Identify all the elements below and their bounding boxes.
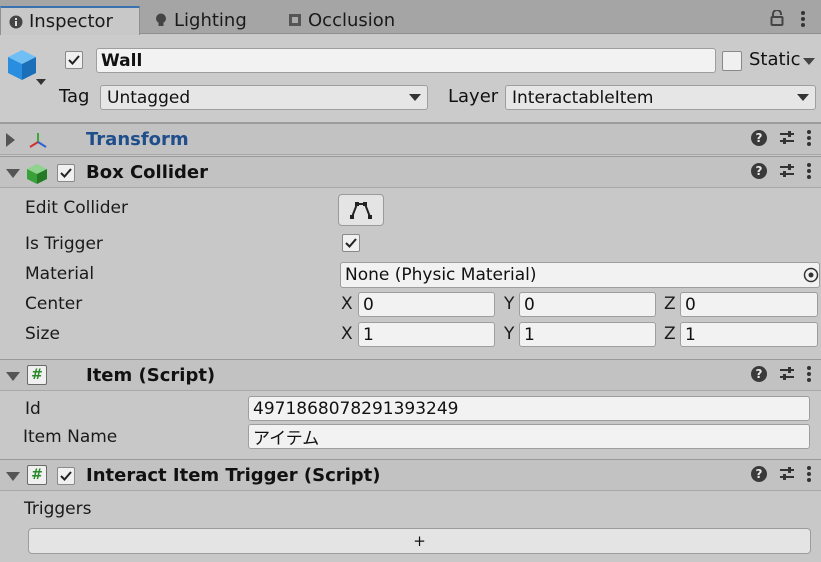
- center-y-label: Y: [504, 294, 515, 314]
- add-trigger-button[interactable]: +: [28, 528, 811, 554]
- object-header: Wall Static Tag Untagged Layer Interacta…: [0, 35, 821, 123]
- item-script-title: Item (Script): [86, 365, 216, 386]
- interact-script-title: Interact Item Trigger (Script): [86, 465, 381, 486]
- preset-icon[interactable]: [779, 131, 795, 145]
- item-name-value: アイテム: [253, 429, 320, 449]
- check-icon: [345, 238, 357, 248]
- size-z-label: Z: [664, 324, 676, 344]
- icon-dropdown-caret[interactable]: [36, 79, 46, 85]
- center-x-input[interactable]: 0: [358, 292, 495, 317]
- foldout-arrow-icon[interactable]: [6, 372, 20, 381]
- static-checkbox[interactable]: [722, 51, 742, 71]
- preset-icon[interactable]: [779, 467, 795, 481]
- context-menu-icon[interactable]: [807, 130, 811, 146]
- object-picker-icon[interactable]: [803, 267, 819, 283]
- script-icon: #: [27, 365, 47, 385]
- box-collider-component-header[interactable]: Box Collider ?: [0, 156, 821, 188]
- size-y-value: 1: [524, 324, 535, 345]
- foldout-arrow-icon[interactable]: [6, 133, 15, 147]
- interact-trigger-enabled-checkbox[interactable]: [57, 467, 75, 485]
- static-label: Static: [749, 49, 801, 70]
- center-label: Center: [25, 294, 83, 314]
- item-script-component-header[interactable]: # Item (Script) ?: [0, 359, 821, 391]
- tab-label: Inspector: [29, 11, 113, 32]
- size-x-input[interactable]: 1: [358, 322, 495, 347]
- tab-menu-icon[interactable]: [801, 11, 805, 27]
- tab-label: Occlusion: [308, 9, 396, 31]
- check-icon: [60, 471, 72, 481]
- check-icon: [60, 168, 72, 178]
- center-x-label: X: [341, 294, 353, 314]
- size-label: Size: [25, 324, 60, 344]
- transform-icon: [29, 133, 47, 148]
- center-y-input[interactable]: 0: [519, 292, 656, 317]
- tab-inspector[interactable]: Inspector: [0, 6, 140, 35]
- material-object-field[interactable]: None (Physic Material): [340, 262, 820, 288]
- help-icon[interactable]: ?: [751, 163, 767, 179]
- box-collider-enabled-checkbox[interactable]: [57, 164, 75, 182]
- tag-dropdown[interactable]: Untagged: [100, 85, 428, 110]
- lock-icon[interactable]: [770, 10, 784, 26]
- foldout-arrow-icon[interactable]: [6, 472, 20, 481]
- id-input[interactable]: 4971868078291393249: [248, 396, 810, 421]
- preset-icon[interactable]: [779, 367, 795, 381]
- item-name-input[interactable]: アイテム: [248, 424, 810, 449]
- size-y-label: Y: [504, 324, 515, 344]
- cube-icon: [8, 50, 36, 80]
- is-trigger-label: Is Trigger: [25, 234, 103, 254]
- script-icon: #: [27, 465, 47, 485]
- context-menu-icon[interactable]: [807, 163, 811, 179]
- box-collider-title: Box Collider: [86, 162, 209, 183]
- check-icon: [68, 55, 80, 65]
- object-name-value: Wall: [101, 50, 143, 71]
- lightbulb-icon: [156, 13, 166, 26]
- help-icon[interactable]: ?: [751, 466, 767, 482]
- interact-item-trigger-component-header[interactable]: # Interact Item Trigger (Script) ?: [0, 459, 821, 491]
- foldout-arrow-icon[interactable]: [6, 169, 20, 178]
- edit-collider-label: Edit Collider: [25, 198, 129, 218]
- layer-value: InteractableItem: [512, 87, 654, 108]
- edit-collider-icon: [350, 202, 372, 219]
- tab-occlusion[interactable]: Occlusion: [280, 6, 420, 34]
- item-name-label: Item Name: [23, 427, 118, 447]
- transform-title: Transform: [86, 129, 189, 150]
- size-z-input[interactable]: 1: [680, 322, 818, 347]
- id-value: 4971868078291393249: [253, 398, 459, 419]
- tab-label: Lighting: [174, 9, 247, 31]
- size-x-value: 1: [363, 324, 374, 345]
- transform-component-header[interactable]: Transform ?: [0, 123, 821, 155]
- material-value: None (Physic Material): [345, 265, 537, 285]
- center-z-input[interactable]: 0: [680, 292, 818, 317]
- tab-lighting[interactable]: Lighting: [146, 6, 266, 34]
- preset-icon[interactable]: [779, 164, 795, 178]
- active-checkbox[interactable]: [65, 51, 83, 69]
- layer-label: Layer: [448, 86, 499, 107]
- center-z-label: Z: [664, 294, 676, 314]
- material-label: Material: [25, 264, 95, 284]
- edit-collider-button[interactable]: [338, 194, 384, 226]
- occlusion-icon: [289, 14, 301, 26]
- help-icon[interactable]: ?: [751, 130, 767, 146]
- center-x-value: 0: [363, 294, 374, 315]
- layer-dropdown[interactable]: InteractableItem: [505, 85, 816, 110]
- id-label: Id: [25, 399, 41, 419]
- help-icon[interactable]: ?: [751, 366, 767, 382]
- center-z-value: 0: [685, 294, 696, 315]
- add-trigger-label: +: [413, 532, 426, 550]
- static-dropdown-caret[interactable]: [803, 58, 815, 65]
- size-y-input[interactable]: 1: [519, 322, 656, 347]
- context-menu-icon[interactable]: [807, 366, 811, 382]
- is-trigger-checkbox[interactable]: [342, 234, 360, 252]
- tag-label: Tag: [59, 86, 90, 107]
- size-x-label: X: [341, 324, 353, 344]
- box-collider-icon: [27, 164, 47, 184]
- tag-value: Untagged: [107, 87, 191, 108]
- context-menu-icon[interactable]: [807, 466, 811, 482]
- triggers-label: Triggers: [24, 499, 92, 519]
- center-y-value: 0: [524, 294, 535, 315]
- info-icon: [9, 15, 23, 28]
- object-name-input[interactable]: Wall: [96, 48, 716, 73]
- tab-bar: Inspector Lighting Occlusion: [0, 0, 821, 35]
- size-z-value: 1: [685, 324, 696, 345]
